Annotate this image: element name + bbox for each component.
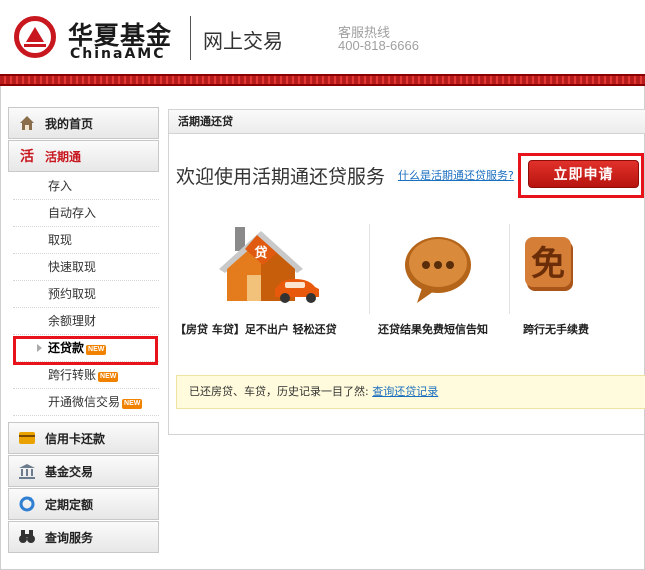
feature-caption: 还贷结果免费短信告知 <box>378 323 488 336</box>
hotline-number: 400-818-6666 <box>338 38 419 53</box>
header: 华夏基金 ChinaAMC 网上交易 客服热线 400-818-6666 <box>0 0 645 74</box>
brand-name-en: ChinaAMC <box>70 46 166 62</box>
house-icon <box>19 115 35 131</box>
subnav-item-balance-finance[interactable]: 余额理财 <box>13 308 159 335</box>
sidebar-item-label: 基金交易 <box>45 464 94 479</box>
arrow-right-icon <box>37 344 42 352</box>
sidebar-item-label: 定期定额 <box>45 497 94 512</box>
feature-divider <box>509 224 510 314</box>
refresh-icon <box>19 496 35 512</box>
credit-card-icon <box>19 430 35 446</box>
house-car-loan-icon: 贷 <box>219 227 319 303</box>
sidebar-item-label: 信用卡还款 <box>45 431 106 446</box>
welcome-heading: 欢迎使用活期通还贷服务 <box>176 166 386 188</box>
sidebar-subnav: 存入 自动存入 取现 快速取现 预约取现 余额理财 还贷款 NEW 跨行转账 NEW… <box>8 173 159 416</box>
main-panel: 活期通还贷 欢迎使用活期通还贷服务 什么是活期通还贷服务? 立即申请 贷 【房贷… <box>168 109 645 435</box>
new-badge: NEW <box>86 345 107 355</box>
subnav-item-scheduled-withdraw[interactable]: 预约取现 <box>13 281 159 308</box>
bank-icon <box>19 463 35 479</box>
binoculars-icon <box>19 529 35 545</box>
feature-caption: 跨行无手续费 <box>523 323 589 336</box>
loan-badge: 贷 <box>254 245 267 261</box>
sidebar-item-label: 查询服务 <box>45 530 94 545</box>
subnav-item-wechat-trading[interactable]: 开通微信交易 NEW <box>13 389 159 416</box>
feature-caption: 【房贷 车贷】足不出户 轻松还贷 <box>175 323 337 336</box>
what-is-service-link[interactable]: 什么是活期通还贷服务? <box>398 167 514 183</box>
notice-bar: 已还房贷、车贷，历史记录一目了然: 查询还贷记录 <box>176 375 645 409</box>
notice-text: 已还房贷、车贷，历史记录一目了然: <box>189 385 369 398</box>
panel-title: 活期通还贷 <box>169 110 645 134</box>
new-badge: NEW <box>98 372 119 382</box>
subnav-item-repay-loan[interactable]: 还贷款 NEW <box>13 335 159 362</box>
sidebar-item-label: 活期通 <box>45 149 82 164</box>
sidebar: 我的首页 活 活期通 存入 自动存入 取现 快速取现 预约取现 余额理财 还贷款… <box>8 107 159 554</box>
sidebar-item-home[interactable]: 我的首页 <box>8 107 159 139</box>
free-badge: 免 <box>531 244 565 284</box>
sidebar-item-fund-trading[interactable]: 基金交易 <box>8 455 159 487</box>
apply-now-button[interactable]: 立即申请 <box>528 160 639 188</box>
sidebar-item-query-service[interactable]: 查询服务 <box>8 521 159 553</box>
chinaamc-logo-icon[interactable] <box>14 16 56 58</box>
free-icon: 免 <box>525 237 573 291</box>
sidebar-item-fixed-investment[interactable]: 定期定额 <box>8 488 159 520</box>
sidebar-item-credit-card[interactable]: 信用卡还款 <box>8 422 159 454</box>
site-title: 网上交易 <box>203 29 283 53</box>
subnav-item-auto-deposit[interactable]: 自动存入 <box>13 200 159 227</box>
subnav-item-withdraw[interactable]: 取现 <box>13 227 159 254</box>
chat-bubble-icon <box>405 237 471 303</box>
sidebar-item-label: 我的首页 <box>45 116 94 131</box>
subnav-item-fast-withdraw[interactable]: 快速取现 <box>13 254 159 281</box>
sidebar-item-huoqitong[interactable]: 活 活期通 <box>8 140 159 172</box>
query-repay-record-link[interactable]: 查询还贷记录 <box>372 385 438 398</box>
subnav-item-deposit[interactable]: 存入 <box>13 173 159 200</box>
new-badge: NEW <box>122 399 143 409</box>
decorative-band <box>0 74 645 86</box>
huo-icon: 活 <box>20 149 34 165</box>
header-divider <box>190 16 191 60</box>
subnav-item-interbank-transfer[interactable]: 跨行转账 NEW <box>13 362 159 389</box>
feature-divider <box>369 224 370 314</box>
